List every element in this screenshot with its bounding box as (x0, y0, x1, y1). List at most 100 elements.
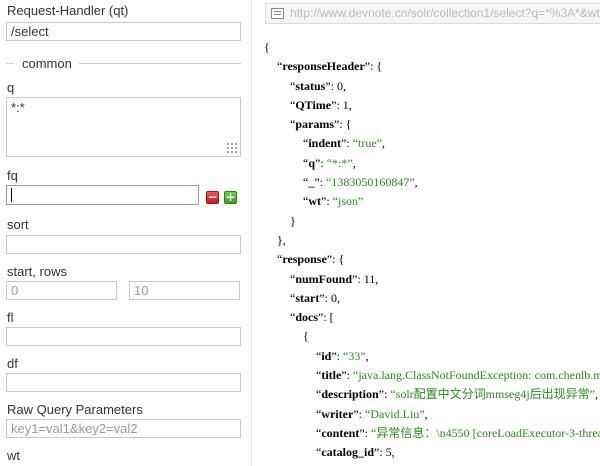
json-line: “catalog_id”: 5, (264, 443, 600, 462)
json-key: writer (321, 406, 354, 421)
json-punct: : { (339, 117, 352, 132)
common-section-divider-left (6, 63, 14, 64)
response-panel: http://www.devnote.cn/solr/collection1/s… (253, 0, 600, 466)
remove-icon[interactable]: − (206, 191, 219, 204)
json-key: QTime (295, 97, 332, 112)
json-punct: , (414, 175, 418, 190)
request-handler-label: Request-Handler (qt) (7, 3, 129, 18)
json-key: wt (308, 194, 321, 209)
start-rows-label: start, rows (7, 264, 67, 279)
wt-label: wt (7, 448, 20, 463)
json-string-value: *:* (332, 155, 348, 170)
json-line: { (264, 327, 600, 346)
df-input[interactable] (6, 373, 241, 392)
json-response: { “responseHeader”: {“status”: 0, “QTime”:… (264, 38, 600, 466)
raw-query-label: Raw Query Parameters (7, 402, 143, 417)
json-line: “numFound”: 11, (264, 270, 600, 289)
json-string-value: 33 (348, 348, 361, 363)
json-key: description (321, 387, 379, 402)
json-key: docs (295, 310, 318, 325)
json-key: catalog_id (321, 445, 374, 460)
json-line: “status”: 0, (264, 77, 600, 96)
json-line: “content”: “异常信息：\n4550 [coreLoadExecuto… (264, 424, 600, 443)
json-string-value: true (358, 136, 377, 151)
json-key: id (321, 348, 332, 363)
json-punct: : { (332, 252, 345, 267)
json-line: } (264, 212, 600, 231)
request-handler-input[interactable] (6, 22, 241, 41)
common-section-divider-right (79, 63, 241, 64)
json-line: “create_time”: “2013-10-29”, (264, 463, 600, 466)
json-line: “QTime”: 1, (264, 96, 600, 115)
json-brace: }, (277, 232, 286, 247)
page-icon (271, 8, 284, 19)
json-punct: , (352, 155, 356, 170)
request-url-link[interactable]: http://www.devnote.cn/solr/collection1/s… (290, 6, 600, 20)
json-punct: , (375, 271, 379, 286)
json-line: “start”: 0, (264, 289, 600, 308)
json-line: “docs”: [ (264, 308, 600, 327)
fl-input[interactable] (6, 327, 241, 346)
json-string-value: David.Liu (370, 406, 420, 421)
json-line: “responseHeader”: { (264, 57, 600, 76)
json-punct: , (424, 406, 428, 421)
sort-input[interactable] (6, 235, 241, 254)
json-punct: , (382, 136, 385, 151)
json-key: indent (308, 136, 342, 151)
json-punct: : [ (323, 310, 334, 325)
json-key: responseHeader (282, 59, 365, 74)
json-key: response (282, 252, 327, 267)
fq-input[interactable] (6, 185, 199, 205)
df-label: df (7, 356, 18, 371)
fl-label: fl (7, 310, 14, 325)
start-input[interactable] (6, 281, 117, 300)
json-key: q (308, 155, 316, 170)
json-line: “_”: “1383050160847”, (264, 173, 600, 192)
json-punct: , (595, 387, 598, 402)
json-brace: } (290, 213, 296, 228)
json-line: { (264, 38, 600, 57)
json-key: params (295, 117, 334, 132)
json-line: “params”: { (264, 115, 600, 134)
json-punct: , (343, 78, 347, 93)
json-punct: , (391, 445, 395, 460)
sort-label: sort (7, 217, 29, 232)
json-line: “id”: “33”, (264, 347, 600, 366)
json-line: “response”: { (264, 250, 600, 269)
json-string-value: 1383050160847 (331, 175, 410, 190)
json-key: content (321, 425, 360, 440)
json-line: “description”: “solr配置中文分词mmseg4j后出现异常”, (264, 385, 600, 404)
json-line: “title”: “java.lang.ClassNotFoundExcepti… (264, 366, 600, 385)
text-cursor (11, 188, 12, 202)
common-section-title: common (22, 56, 72, 71)
json-brace: { (264, 40, 270, 54)
json-punct: : { (370, 59, 383, 74)
json-number-value: 11 (363, 271, 376, 286)
json-punct: , (365, 348, 369, 363)
json-line: }, (264, 231, 600, 250)
resize-grip-icon[interactable] (226, 142, 237, 153)
json-line: “q”: “*:*”, (264, 154, 600, 173)
json-key: numFound (295, 271, 353, 286)
json-key: start (295, 290, 320, 305)
json-punct: , (348, 97, 352, 112)
json-string-value: java.lang.ClassNotFoundException: com.ch… (358, 368, 600, 383)
json-punct: , (337, 290, 340, 305)
json-string-value: solr配置中文分词mmseg4j后出现异常 (395, 387, 590, 402)
q-textarea[interactable]: *:* (6, 97, 241, 157)
fq-label: fq (7, 168, 18, 183)
json-key: title (321, 368, 342, 383)
json-line: “writer”: “David.Liu”, (264, 405, 600, 424)
rows-input[interactable] (129, 281, 240, 300)
query-form: Request-Handler (qt) common q *:* fq − +… (0, 0, 252, 466)
raw-query-input[interactable] (6, 419, 241, 438)
request-url-bar[interactable]: http://www.devnote.cn/solr/collection1/s… (265, 3, 600, 24)
json-brace: { (303, 329, 309, 344)
json-quote: ” (358, 194, 364, 209)
add-icon[interactable]: + (224, 191, 237, 204)
json-line: “wt”: “json” (264, 192, 600, 211)
q-label: q (7, 80, 15, 95)
json-string-value: 异常信息：\n4550 [coreLoadExecutor-3-thread-1… (376, 425, 600, 440)
json-line: “indent”: “true”, (264, 134, 600, 153)
json-string-value: json (338, 194, 359, 209)
